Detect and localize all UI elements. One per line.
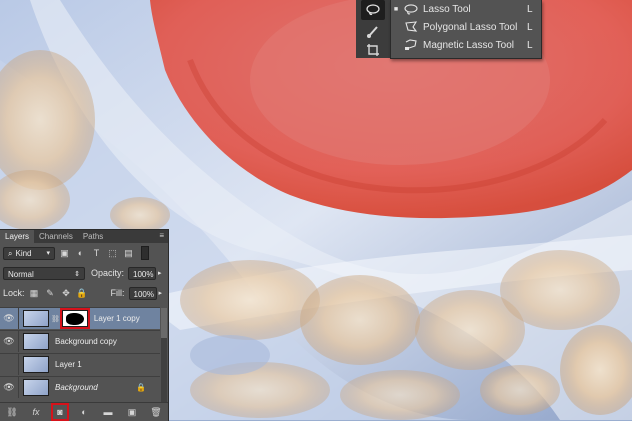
fill-label: Fill: (110, 288, 125, 298)
layer-row-background-copy[interactable]: 👁 Background copy (0, 330, 160, 352)
opacity-dropdown-icon[interactable]: ▸ (158, 269, 162, 277)
crop-icon (367, 44, 379, 56)
adjustment-filter-icon[interactable]: ◐ (74, 247, 87, 260)
tab-channels[interactable]: Channels (34, 230, 78, 243)
smart-object-filter-icon[interactable]: ▤ (122, 247, 135, 260)
lock-row: Lock: ▦ ✎ ✥ 🔒 Fill: 100% ▸ (0, 283, 168, 303)
layer-style-fx-icon[interactable]: fx (29, 405, 43, 419)
filter-row: ⌕ Kind ▾ ▣ ◐ T ⬚ ▤ (0, 243, 168, 263)
mask-shape (65, 313, 84, 325)
layer-name: Background copy (55, 337, 117, 346)
trash-icon[interactable]: 🗑 (149, 405, 163, 419)
selected-bullet-icon: ■ (393, 5, 399, 13)
add-layer-mask-icon[interactable]: ◙ (51, 403, 69, 421)
panel-menu-icon[interactable]: ≡ (159, 231, 164, 240)
filter-toggle-icon[interactable] (141, 246, 149, 260)
layers-panel: Layers Channels Paths ≡ ⌕ Kind ▾ ▣ ◐ T ⬚… (0, 229, 169, 421)
opacity-field[interactable]: 100% (128, 266, 157, 280)
adjustment-layer-icon[interactable]: ◐ (77, 405, 91, 419)
new-layer-icon[interactable]: ▣ (125, 405, 139, 419)
magnetic-lasso-icon (401, 39, 421, 51)
layer-row-background[interactable]: 👁 Background 🔒 (0, 376, 160, 398)
layer-thumbnail (23, 333, 49, 350)
pixel-filter-icon[interactable]: ▣ (58, 247, 71, 260)
shortcut-key: L (527, 3, 533, 15)
layer-name: Layer 1 (55, 360, 82, 369)
new-group-folder-icon[interactable]: ▬ (101, 405, 115, 419)
chevron-updown-icon: ⇕ (74, 270, 80, 278)
layer-row-layer-1[interactable]: Layer 1 (0, 353, 160, 375)
layer-thumbnail (23, 310, 49, 327)
visibility-eye-icon[interactable]: 👁 (0, 308, 19, 329)
lasso-tool-flyout: ■ Lasso Tool L Polygonal Lasso Tool L Ma… (390, 0, 542, 59)
flyout-item-label: Polygonal Lasso Tool (423, 21, 518, 33)
lasso-icon (366, 4, 380, 15)
lock-icon: 🔒 (136, 383, 146, 392)
visibility-off-box[interactable] (0, 354, 19, 375)
flyout-item-label: Magnetic Lasso Tool (423, 39, 514, 51)
visibility-eye-icon[interactable]: 👁 (0, 377, 19, 398)
layer-mask-thumbnail[interactable] (59, 308, 90, 329)
lock-label: Lock: (3, 288, 25, 298)
brush-tool-button[interactable] (361, 21, 385, 41)
lasso-icon (401, 3, 421, 15)
flyout-item-lasso[interactable]: ■ Lasso Tool L (391, 0, 541, 18)
layers-bottom-bar: ⛓ fx ◙ ◐ ▬ ▣ 🗑 (0, 402, 168, 421)
panel-tabs: Layers Channels Paths ≡ (0, 230, 168, 243)
chevron-down-icon: ▾ (46, 249, 50, 257)
tab-paths[interactable]: Paths (78, 230, 108, 243)
flyout-item-label: Lasso Tool (423, 3, 471, 15)
layer-row-layer-1-copy[interactable]: 👁 ⛓ Layer 1 copy (0, 307, 160, 329)
blend-row: Normal ⇕ Opacity: 100% ▸ (0, 263, 168, 283)
layer-thumbnail (23, 356, 49, 373)
shortcut-key: L (527, 39, 533, 51)
polygonal-lasso-icon (401, 21, 421, 33)
layer-name: Background (55, 383, 98, 392)
shape-filter-icon[interactable]: ⬚ (106, 247, 119, 260)
lock-position-icon[interactable]: ✥ (60, 287, 73, 300)
quick-selection-icon (367, 26, 378, 38)
link-layers-icon[interactable]: ⛓ (5, 405, 19, 419)
lock-transparent-icon[interactable]: ▦ (28, 287, 41, 300)
fill-dropdown-icon[interactable]: ▸ (159, 289, 163, 297)
flyout-item-polygonal-lasso[interactable]: Polygonal Lasso Tool L (391, 18, 541, 36)
layer-name: Layer 1 copy (93, 314, 140, 323)
tools-panel (356, 0, 391, 58)
layers-scrollbar[interactable] (161, 308, 167, 402)
chain-link-icon[interactable]: ⛓ (51, 315, 60, 323)
shortcut-key: L (527, 21, 533, 33)
lasso-tool-button[interactable] (361, 0, 385, 20)
blend-mode-select[interactable]: Normal ⇕ (3, 266, 85, 280)
lock-image-pixels-icon[interactable]: ✎ (44, 287, 57, 300)
layers-list: 👁 ⛓ Layer 1 copy 👁 Background copy Layer… (0, 307, 168, 401)
opacity-label: Opacity: (91, 268, 125, 278)
fill-field[interactable]: 100% (128, 286, 157, 300)
tab-layers[interactable]: Layers (0, 230, 35, 243)
filter-kind-select[interactable]: ⌕ Kind ▾ (3, 246, 55, 260)
layer-thumbnail (23, 379, 49, 396)
blend-mode-value: Normal (8, 269, 34, 279)
crop-tool-button[interactable] (361, 40, 385, 60)
flyout-item-magnetic-lasso[interactable]: Magnetic Lasso Tool L (391, 36, 541, 54)
search-icon: ⌕ (8, 248, 13, 258)
type-filter-icon[interactable]: T (90, 247, 103, 260)
lock-all-icon[interactable]: 🔒 (76, 287, 89, 300)
filter-kind-value: Kind (15, 248, 32, 258)
visibility-eye-icon[interactable]: 👁 (0, 331, 19, 352)
